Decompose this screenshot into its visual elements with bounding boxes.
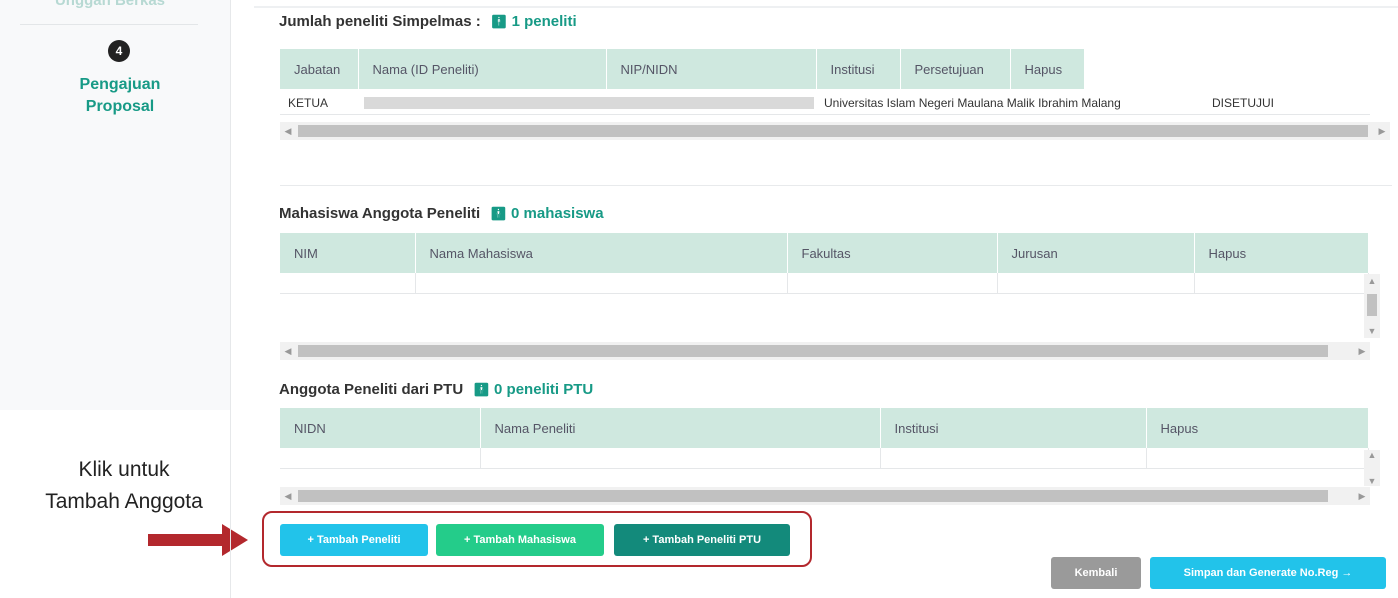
table-row: [280, 273, 1369, 294]
empty-cell: [280, 273, 416, 294]
cell-nama-redacted: [364, 97, 610, 109]
sidebar: Unggah Berkas 4 Pengajuan Proposal: [0, 0, 230, 410]
cell-institusi: Universitas Islam Negeri Maulana Malik I…: [824, 96, 1121, 110]
ptu-table: NIDN Nama Peneliti Institusi Hapus: [280, 408, 1369, 469]
callout-arrow-icon: [148, 524, 248, 556]
empty-cell: [480, 448, 881, 469]
empty-cell: [280, 448, 481, 469]
empty-cell: [997, 273, 1195, 294]
scroll-left-icon[interactable]: ◀: [280, 487, 296, 505]
mahasiswa-vertical-scrollbar[interactable]: ▲ ▼: [1364, 274, 1380, 338]
scroll-right-icon[interactable]: ▶: [1354, 487, 1370, 505]
scrollbar-thumb[interactable]: [298, 490, 1328, 502]
simpan-generate-button[interactable]: Simpan dan Generate No.Reg →: [1150, 557, 1386, 589]
sidebar-prev-step-label[interactable]: Unggah Berkas: [40, 0, 180, 9]
person-icon: 🚹︎: [490, 14, 508, 29]
person-icon: 🚹︎: [490, 206, 507, 221]
callout-line-2: Tambah Anggota: [45, 490, 203, 513]
main-panel: Jumlah peneliti Simpelmas : 🚹︎ 1 penelit…: [254, 0, 1398, 598]
cell-jabatan: KETUA: [288, 96, 329, 110]
top-divider: [254, 6, 1398, 8]
kembali-button[interactable]: Kembali: [1051, 557, 1141, 589]
col-nip-nidn: NIP/NIDN: [606, 49, 817, 89]
peneliti-count: 1 peneliti: [511, 13, 577, 30]
mahasiswa-count: 0 mahasiswa: [511, 205, 604, 222]
scroll-down-icon[interactable]: ▼: [1364, 326, 1380, 336]
scroll-left-icon[interactable]: ◀: [280, 342, 296, 360]
ptu-vertical-scrollbar[interactable]: ▲ ▼: [1364, 450, 1380, 486]
section-divider: [280, 185, 1392, 186]
col-institusi: Institusi: [816, 49, 901, 89]
callout-text: Klik untuk Tambah Anggota: [18, 454, 230, 518]
scroll-right-icon[interactable]: ▶: [1354, 342, 1370, 360]
scroll-up-icon[interactable]: ▲: [1364, 276, 1380, 286]
person-icon: 🚹︎: [473, 382, 490, 397]
mahasiswa-horizontal-scrollbar[interactable]: ◀ ▶: [280, 342, 1370, 360]
col-jabatan: Jabatan: [280, 49, 359, 89]
peneliti-title: Jumlah peneliti Simpelmas :: [279, 13, 481, 30]
scroll-left-icon[interactable]: ◀: [280, 122, 296, 140]
col-hapus: Hapus: [1146, 408, 1369, 448]
empty-cell: [1146, 448, 1369, 469]
col-fakultas: Fakultas: [787, 233, 998, 273]
mahasiswa-title: Mahasiswa Anggota Peneliti: [279, 205, 481, 222]
ptu-section-title: Anggota Peneliti dari PTU 🚹︎ 0 peneliti …: [279, 381, 593, 398]
peneliti-table: Jabatan Nama (ID Peneliti) NIP/NIDN Inst…: [280, 49, 1085, 89]
cell-nip-redacted: [606, 97, 814, 109]
col-nim: NIM: [280, 233, 416, 273]
table-row: [280, 448, 1369, 469]
scroll-up-icon[interactable]: ▲: [1364, 450, 1380, 460]
col-nama-peneliti: Nama Peneliti: [480, 408, 881, 448]
col-jurusan: Jurusan: [997, 233, 1195, 273]
scrollbar-thumb[interactable]: [298, 125, 1368, 137]
mahasiswa-header-row: NIM Nama Mahasiswa Fakultas Jurusan Hapu…: [280, 233, 1369, 273]
col-nidn: NIDN: [280, 408, 481, 448]
scrollbar-thumb[interactable]: [1367, 294, 1377, 316]
ptu-count: 0 peneliti PTU: [494, 381, 594, 398]
empty-cell: [787, 273, 998, 294]
peneliti-header-row: Jabatan Nama (ID Peneliti) NIP/NIDN Inst…: [280, 49, 1085, 89]
col-institusi: Institusi: [880, 408, 1147, 448]
ptu-header-row: NIDN Nama Peneliti Institusi Hapus: [280, 408, 1369, 448]
empty-cell: [880, 448, 1147, 469]
sidebar-divider: [20, 24, 198, 25]
callout-highlight-box: [262, 511, 812, 567]
scrollbar-thumb[interactable]: [298, 345, 1328, 357]
col-nama-id-peneliti: Nama (ID Peneliti): [358, 49, 607, 89]
col-hapus: Hapus: [1010, 49, 1085, 89]
scroll-right-icon[interactable]: ▶: [1374, 122, 1390, 140]
peneliti-horizontal-scrollbar[interactable]: ◀ ▶: [280, 122, 1390, 140]
col-hapus: Hapus: [1194, 233, 1369, 273]
ptu-title: Anggota Peneliti dari PTU: [279, 381, 464, 398]
peneliti-section-title: Jumlah peneliti Simpelmas : 🚹︎ 1 penelit…: [279, 13, 577, 30]
content-divider: [230, 0, 231, 598]
cell-persetujuan: DISETUJUI: [1212, 96, 1275, 110]
col-nama-mahasiswa: Nama Mahasiswa: [415, 233, 788, 273]
sidebar-step-pengajuan-proposal[interactable]: Pengajuan Proposal: [50, 74, 190, 118]
mahasiswa-table: NIM Nama Mahasiswa Fakultas Jurusan Hapu…: [280, 233, 1369, 294]
table-row[interactable]: KETUA Universitas Islam Negeri Maulana M…: [280, 91, 1370, 115]
col-persetujuan: Persetujuan: [900, 49, 1011, 89]
empty-cell: [1194, 273, 1369, 294]
empty-cell: [415, 273, 788, 294]
step-number-badge: 4: [108, 40, 130, 62]
mahasiswa-section-title: Mahasiswa Anggota Peneliti 🚹︎ 0 mahasisw…: [279, 205, 604, 222]
ptu-horizontal-scrollbar[interactable]: ◀ ▶: [280, 487, 1370, 505]
callout-line-1: Klik untuk: [78, 458, 170, 481]
scroll-down-icon[interactable]: ▼: [1364, 476, 1380, 486]
